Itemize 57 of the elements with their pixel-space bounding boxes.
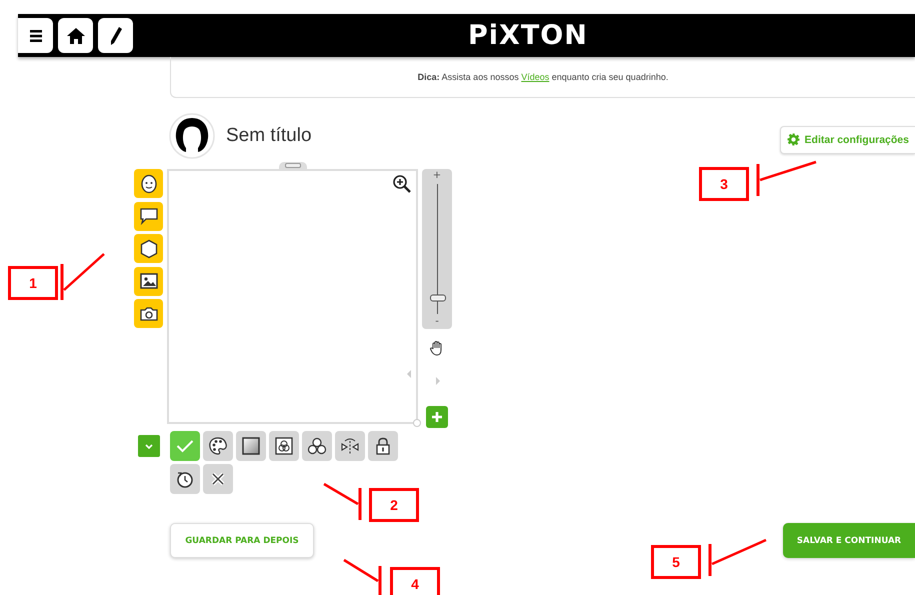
resize-corner-handle[interactable] [413, 419, 421, 427]
settings-button[interactable]: Editar configurações [780, 126, 915, 154]
save-later-button[interactable]: GUARDAR PARA DEPOIS [170, 523, 314, 558]
camera-tool-button[interactable] [134, 299, 163, 328]
hexagon-icon [140, 238, 158, 258]
callout-label: 2 [369, 488, 419, 522]
videos-link[interactable]: Vídeos [521, 72, 550, 82]
checkmark-icon [176, 439, 194, 453]
color-button[interactable] [203, 431, 233, 461]
zoom-slider[interactable]: + - [422, 169, 452, 329]
callout-label: 1 [8, 266, 58, 300]
zoom-in-icon[interactable] [392, 174, 412, 194]
framed-circles-icon [275, 437, 293, 455]
flip-icon [340, 437, 360, 455]
three-circles-icon [307, 437, 327, 455]
flip-button[interactable] [335, 431, 365, 461]
shape-tool-button[interactable] [134, 234, 163, 263]
framed-circles-button[interactable] [269, 431, 299, 461]
background-button[interactable] [236, 431, 266, 461]
callout-label: 5 [651, 545, 701, 579]
zoom-plus-label: + [432, 171, 442, 181]
avatar-icon [169, 112, 215, 158]
caret-icon [145, 444, 153, 448]
lock-button[interactable] [368, 431, 398, 461]
palette-icon [208, 436, 228, 456]
character-tool-button[interactable] [134, 169, 163, 198]
square-icon [242, 437, 260, 455]
menu-icon [28, 28, 44, 44]
cross-icon [211, 472, 225, 486]
clock-icon [176, 470, 194, 488]
pencil-icon [108, 26, 122, 46]
image-tool-button[interactable] [134, 266, 163, 296]
camera-icon [138, 306, 158, 322]
zoom-minus-label: - [435, 317, 439, 327]
comic-title: Sem título [226, 124, 312, 146]
delete-button[interactable] [203, 464, 233, 494]
face-icon [140, 174, 158, 194]
settings-icon [786, 133, 800, 146]
callout-label: 3 [699, 167, 749, 201]
add-panel-button[interactable] [426, 406, 448, 428]
pencil-button[interactable] [98, 18, 133, 53]
lock-icon [375, 437, 391, 455]
speech-bubble-icon [138, 207, 158, 225]
history-button[interactable] [170, 464, 200, 494]
panel-resize-handle[interactable] [278, 162, 306, 169]
menu-button[interactable] [18, 18, 53, 53]
circles-button[interactable] [302, 431, 332, 461]
home-icon [66, 26, 86, 44]
logo: PiXTON [468, 20, 588, 51]
save-continue-button[interactable]: SALVAR E CONTINUAR [783, 523, 915, 558]
speech-bubble-tool-button[interactable] [134, 202, 163, 230]
callout-label: 4 [390, 567, 440, 595]
tip-text: Dica: Assista aos nossos Vídeos enquanto cria seu quadrinho. [418, 72, 668, 82]
slider-thumb[interactable] [430, 294, 446, 302]
home-button[interactable] [58, 18, 93, 53]
image-icon [138, 272, 158, 290]
plus-icon [431, 411, 443, 423]
